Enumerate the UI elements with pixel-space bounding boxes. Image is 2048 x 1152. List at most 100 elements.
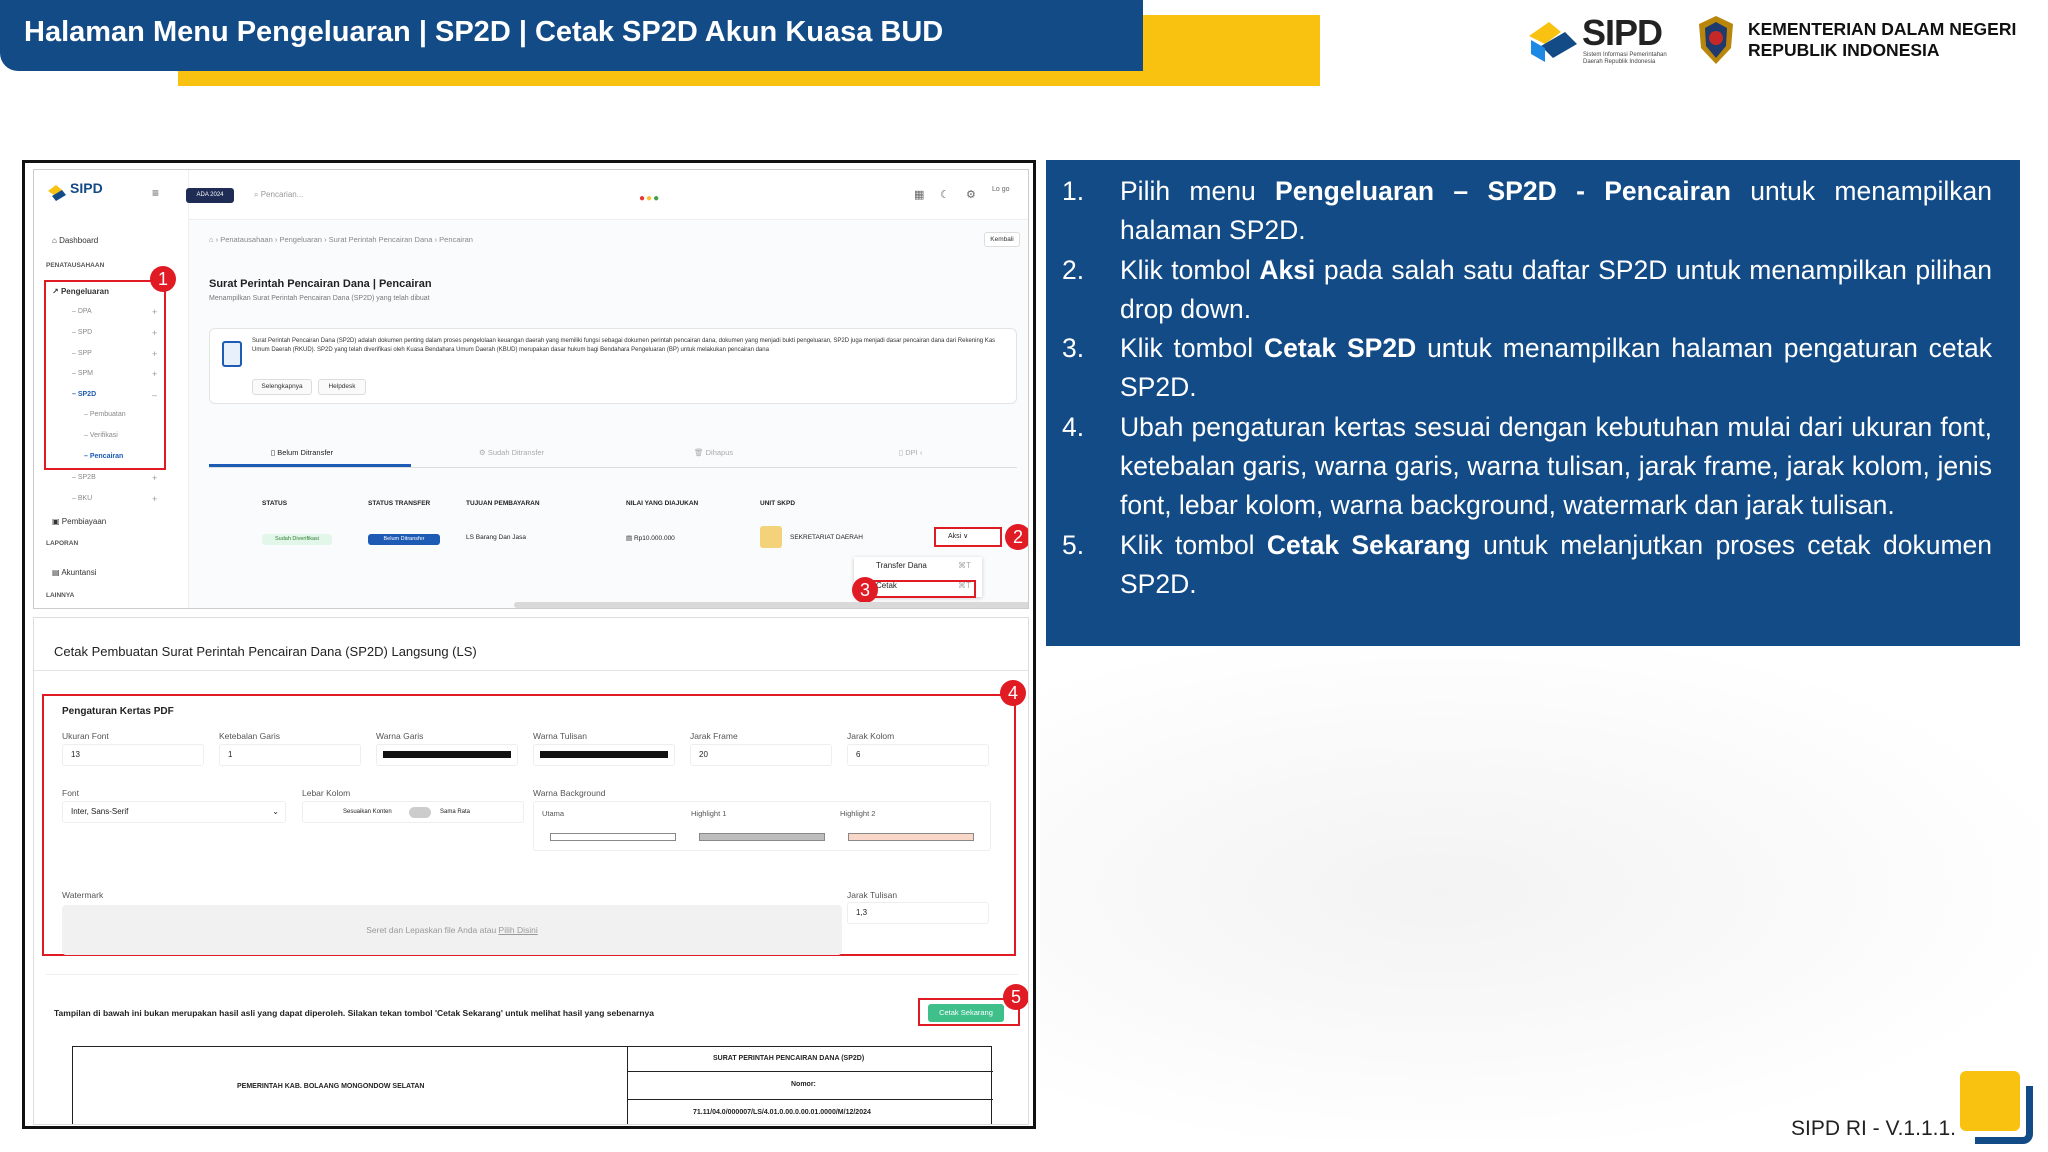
bg-swatch-highlight-1[interactable] [699,833,825,841]
settings-section-title: Pengaturan Kertas PDF [62,706,174,717]
toggle-label-left: Sesuaikan Konten [343,809,392,815]
watermark-dropzone[interactable]: Seret dan Lepaskan file Anda atau Pilih … [62,905,842,955]
breadcrumb: ⌂ › Penatausahaan › Pengeluaran › Surat … [209,235,473,244]
gear-icon[interactable]: ⚙ [966,188,976,201]
step-4: 4. Ubah pengaturan kertas sesuai dengan k… [1062,408,1992,526]
sidebar-section-lainnya: LAINNYA [46,592,75,599]
tab-dihapus[interactable]: 🗑 Dihapus [694,448,733,457]
background-color-group: Utama Highlight 1 Highlight 2 [533,801,991,851]
sidebar-logo: SIPD [70,180,103,196]
lebar-kolom-toggle[interactable] [409,807,431,818]
label-warna-background: Warna Background [533,788,606,798]
top-bar [189,170,1028,220]
horizontal-scrollbar[interactable] [514,602,1028,608]
col-header-status-transfer: STATUS TRANSFER [368,500,431,507]
step-3: 3. Klik tombol Cetak SP2D untuk menampilk… [1062,329,1992,408]
badge-2: 2 [1005,524,1028,550]
label-watermark: Watermark [62,890,104,900]
tab-dpi[interactable]: ▯ DPI ‹ [899,448,922,457]
selengkapnya-button[interactable]: Selengkapnya [252,379,312,395]
jarak-frame-input[interactable]: 20 [690,744,832,766]
sidebar-item-pembiayaan[interactable]: ▣ Pembiayaan [52,517,106,526]
bg-label-highlight-2: Highlight 2 [840,809,876,818]
tab-sudah-ditransfer[interactable]: ⚙ Sudah Ditransfer [479,448,544,457]
menu-toggle-icon[interactable]: ≡ [152,186,159,200]
print-title: Cetak Pembuatan Surat Perintah Pencairan… [54,644,477,659]
garuda-emblem-icon [1699,16,1733,64]
bg-swatch-utama[interactable] [550,833,676,841]
step-text: Klik tombol Aksi pada salah satu daftar … [1120,254,1992,324]
menu-item-transfer-dana[interactable]: Transfer Dana [876,561,927,570]
tab-bar: ▯ Belum Ditransfer ⚙ Sudah Ditransfer 🗑 … [209,438,1017,468]
sidebar-item-dashboard[interactable]: ⌂ Dashboard [52,236,98,245]
ministry-name: KEMENTERIAN DALAM NEGERI REPUBLIK INDONE… [1748,19,2016,61]
nilai-cell: ▤ Rp10.000.000 [626,535,675,542]
background-map [1040,640,2040,1140]
doc-title: SURAT PERINTAH PENCAIRAN DANA (SP2D) [713,1055,865,1062]
doc-divider [627,1047,628,1124]
label-lebar-kolom: Lebar Kolom [302,788,351,798]
label-warna-garis: Warna Garis [376,731,424,741]
col-header-status: STATUS [262,500,288,507]
label-jarak-kolom: Jarak Kolom [847,731,895,741]
moon-icon[interactable]: ☾ [940,188,950,201]
document-icon [222,341,242,367]
highlight-box-1 [44,280,166,470]
doc-government-name: PEMERINTAH KAB. BOLAANG MONGONDOW SELATA… [237,1083,425,1090]
sidebar: SIPD ≡ ⌂ Dashboard PENATAUSAHAAN ↗ Penge… [34,170,189,608]
bg-swatch-highlight-2[interactable] [848,833,974,841]
jarak-kolom-input[interactable]: 6 [847,744,989,766]
sipd-logo-subtitle: Sistem Informasi Pemerintahan Daerah Rep… [1583,52,1667,65]
label-ukuran-font: Ukuran Font [62,731,109,741]
highlight-box-3 [866,580,976,598]
active-tab-indicator [209,464,411,467]
back-button[interactable]: Kembali [984,232,1020,247]
search-input[interactable]: ⌕ Pencarian... [254,190,303,200]
step-number: 4. [1062,411,1085,442]
step-number: 5. [1062,529,1085,560]
label-font: Font [62,788,80,798]
sidebar-item-bku[interactable]: – BKU [72,495,92,502]
ministry-line-1: KEMENTERIAN DALAM NEGERI [1748,19,2017,39]
col-header-nilai: NILAI YANG DIAJUKAN [626,500,699,507]
badge-5: 5 [1003,984,1028,1010]
doc-number-value: 71.11/04.0/000007/LS/4.01.0.00.0.00.01.0… [693,1109,871,1116]
chevron-down-icon: ⌄ [272,807,279,816]
doc-divider [627,1071,993,1072]
status-badge: Sudah Diverifikasi [262,534,332,545]
color-swatch-black [383,751,511,758]
color-swatch-black [540,751,668,758]
status-dots: ●●● [639,193,661,204]
step-text: Ubah pengaturan kertas sesuai dengan keb… [1120,411,1992,521]
tab-belum-ditransfer[interactable]: ▯ Belum Ditransfer [271,448,333,457]
step-text: Klik tombol Cetak Sekarang untuk melanju… [1120,529,1992,599]
avatar[interactable]: Lo go [992,186,1018,193]
info-box: Surat Perintah Pencairan Dana (SP2D) ada… [209,328,1017,404]
label-ketebalan-garis: Ketebalan Garis [219,731,280,741]
label-warna-tulisan: Warna Tulisan [533,731,588,741]
year-pill[interactable]: ADA 2024 [186,188,234,203]
info-text: Surat Perintah Pencairan Dana (SP2D) ada… [252,338,996,353]
aksi-button[interactable]: Aksi ∨ [934,527,1002,547]
doc-number-label: Nomor: [791,1081,816,1088]
step-number: 2. [1062,254,1085,285]
content-subtitle: Menampilkan Surat Perintah Pencairan Dan… [209,295,430,302]
expand-icon[interactable]: + [152,494,157,504]
step-text: Klik tombol Cetak SP2D untuk menampilkan… [1120,333,1993,403]
badge-3: 3 [852,577,878,603]
transfer-status-badge: Belum Ditransfer [368,534,440,545]
expand-icon[interactable]: + [152,473,157,483]
jarak-tulisan-input[interactable]: 1,3 [847,902,989,924]
sidebar-item-akuntansi[interactable]: ▤ Akuntansi [52,568,96,577]
warna-tulisan-picker[interactable] [533,744,675,766]
step-number: 3. [1062,333,1085,364]
font-select[interactable]: Inter, Sans-Serif ⌄ [62,801,286,823]
pilih-disini-link[interactable]: Pilih Disini [499,925,538,935]
ukuran-font-input[interactable]: 13 [62,744,204,766]
step-5: 5. Klik tombol Cetak Sekarang untuk melan… [1062,526,1992,605]
calendar-icon[interactable]: ▦ [914,188,924,201]
warna-garis-picker[interactable] [376,744,518,766]
helpdesk-button[interactable]: Helpdesk [318,379,366,395]
ketebalan-garis-input[interactable]: 1 [219,744,361,766]
sidebar-item-sp2b[interactable]: – SP2B [72,474,96,481]
